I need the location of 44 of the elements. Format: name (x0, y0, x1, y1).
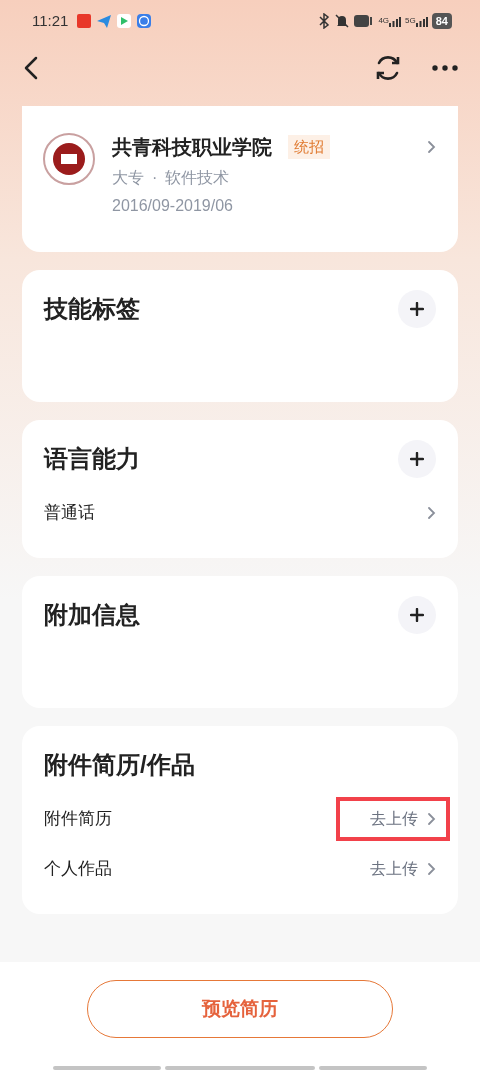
upload-link[interactable]: 去上传 (370, 807, 418, 831)
chevron-icon (426, 812, 436, 826)
section-title: 技能标签 (44, 294, 140, 324)
app-notification-icon (116, 13, 133, 29)
period-text: 2016/09-2019/06 (112, 196, 234, 216)
app-notification-icon (136, 13, 153, 29)
upload-link[interactable]: 去上传 (370, 857, 418, 881)
signal-icon (389, 17, 402, 27)
plus-icon (410, 608, 424, 622)
network-type: 5G (405, 15, 416, 27)
signal-icon (415, 17, 428, 27)
hd-icon (354, 14, 375, 28)
mute-icon (334, 13, 351, 29)
app-notification-icon (96, 13, 113, 29)
app-notification-icon (76, 13, 93, 29)
add-button[interactable] (398, 440, 436, 478)
education-card[interactable]: 共青科技职业学院 统招 大专 · 软件技术 2016/09-2019/06 (22, 106, 458, 252)
degree-text: 大专 (112, 168, 144, 188)
separator-dot: · (152, 168, 158, 188)
back-icon[interactable] (24, 56, 38, 80)
network-type: 4G (378, 15, 390, 27)
school-name: 共青科技职业学院 (112, 135, 272, 160)
plus-icon (410, 452, 424, 466)
enrollment-tag: 统招 (288, 134, 330, 160)
bluetooth-icon (318, 13, 331, 29)
section-title: 附件简历/作品 (44, 750, 195, 780)
status-time: 11:21 (32, 10, 69, 31)
chevron-icon (426, 140, 436, 154)
more-icon[interactable] (432, 65, 458, 71)
section-title: 附加信息 (44, 600, 140, 630)
preview-button[interactable]: 预览简历 (87, 980, 393, 1038)
row-label: 个人作品 (44, 858, 112, 881)
section-title: 语言能力 (44, 444, 140, 474)
row-label: 附件简历 (44, 808, 112, 831)
chevron-icon (426, 506, 436, 520)
row-label: 普通话 (44, 502, 95, 525)
school-logo-icon (42, 132, 96, 186)
add-button[interactable] (398, 290, 436, 328)
chevron-icon (426, 862, 436, 876)
major-text: 软件技术 (165, 168, 230, 188)
add-button[interactable] (398, 596, 436, 634)
battery-level: 84 (431, 12, 452, 30)
refresh-icon[interactable] (374, 54, 402, 82)
plus-icon (410, 302, 424, 316)
